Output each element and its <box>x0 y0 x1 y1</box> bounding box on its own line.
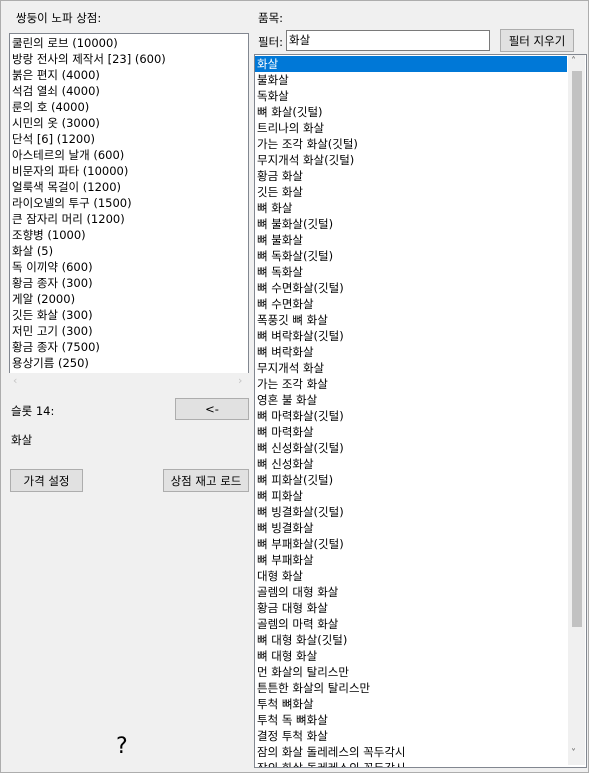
load-shop-stock-button[interactable]: 상점 재고 로드 <box>163 469 249 492</box>
list-item[interactable]: 뼈 부패화살(깃털) <box>255 536 567 552</box>
list-item[interactable]: 투척 뼈화살 <box>255 696 567 712</box>
list-item[interactable]: 석검 열쇠 (4000) <box>10 83 248 99</box>
back-button[interactable]: <- <box>175 398 249 420</box>
list-item[interactable]: 골렘의 마력 화살 <box>255 616 567 632</box>
set-price-button[interactable]: 가격 설정 <box>10 469 83 492</box>
scroll-right-icon[interactable]: › <box>238 374 242 387</box>
list-item[interactable]: 황금 종자 (300) <box>10 275 248 291</box>
list-item[interactable]: 얼룩색 목걸이 (1200) <box>10 179 248 195</box>
list-item[interactable]: 뼈 신성화살(깃털) <box>255 440 567 456</box>
list-item[interactable]: 큰 잠자리 머리 (1200) <box>10 211 248 227</box>
scroll-up-icon[interactable]: ˄ <box>571 56 576 67</box>
scrollbar-thumb[interactable] <box>572 71 582 627</box>
list-item[interactable]: 뼈 불화살(깃털) <box>255 216 567 232</box>
items-title: 품목: <box>258 11 284 25</box>
list-item[interactable]: 뼈 화살(깃털) <box>255 104 567 120</box>
list-item[interactable]: 무지개석 화살 <box>255 360 567 376</box>
filter-label: 필터: <box>258 35 284 49</box>
list-item[interactable]: 뼈 신성화살 <box>255 456 567 472</box>
list-item[interactable]: 뼈 피화살(깃털) <box>255 472 567 488</box>
list-item[interactable]: 결정 투척 화살 <box>255 728 567 744</box>
list-item[interactable]: 대형 화살 <box>255 568 567 584</box>
list-item[interactable]: 폭풍깃 뼈 화살 <box>255 312 567 328</box>
list-item[interactable]: 먼 화살의 탈리스만 <box>255 664 567 680</box>
help-icon: ? <box>116 734 128 759</box>
list-item[interactable]: 뼈 마력화살 <box>255 424 567 440</box>
clear-filter-button[interactable]: 필터 지우기 <box>500 29 574 52</box>
list-item[interactable]: 뼈 벼락화살(깃털) <box>255 328 567 344</box>
list-item[interactable]: 투척 독 뼈화살 <box>255 712 567 728</box>
list-item[interactable]: 뼈 피화살 <box>255 488 567 504</box>
list-item[interactable]: 뼈 대형 화살(깃털) <box>255 632 567 648</box>
list-item[interactable]: 화살 <box>255 56 567 72</box>
filter-input[interactable]: 화살 <box>286 30 490 51</box>
list-item[interactable]: 독 이끼약 (600) <box>10 259 248 275</box>
list-item[interactable]: 단석 [6] (1200) <box>10 131 248 147</box>
item-list[interactable]: 화살 불화살 독화살 뼈 화살(깃털) 트리나의 화살 가는 조각 화살(깃털) 무지개석 … <box>254 54 587 768</box>
list-item[interactable]: 황금 화살 <box>255 168 567 184</box>
list-item[interactable]: 뼈 빙결화살 <box>255 520 567 536</box>
item-list-vscrollbar[interactable]: ˄ ˅ <box>568 55 585 765</box>
list-item[interactable]: 황금 대형 화살 <box>255 600 567 616</box>
list-item[interactable]: 독화살 <box>255 88 567 104</box>
slot-label: 슬롯 14: <box>11 404 55 418</box>
list-item[interactable]: 뼈 화살 <box>255 200 567 216</box>
list-item[interactable]: 깃든 화살 <box>255 184 567 200</box>
list-item[interactable]: 비문자의 파타 (10000) <box>10 163 248 179</box>
list-item[interactable]: 게알 (2000) <box>10 291 248 307</box>
list-item[interactable]: 라이오넬의 투구 (1500) <box>10 195 248 211</box>
list-item[interactable]: 튼튼한 화살의 탈리스만 <box>255 680 567 696</box>
list-item[interactable]: 영혼 불 화살 <box>255 392 567 408</box>
list-item[interactable]: 뼈 빙결화살(깃털) <box>255 504 567 520</box>
slot-value: 화살 <box>11 433 33 447</box>
list-item[interactable]: 뼈 독화살(깃털) <box>255 248 567 264</box>
list-item[interactable]: 화살 (5) <box>10 243 248 259</box>
list-item[interactable]: 잠의 화살 돌레레스의 꼭두각시 <box>255 744 567 760</box>
list-item[interactable]: 잠의 화살 돌레레스의 꼭두각시 <box>255 760 567 767</box>
list-item[interactable]: 가는 조각 화살(깃털) <box>255 136 567 152</box>
list-item[interactable]: 뼈 불화살 <box>255 232 567 248</box>
list-item[interactable]: 뼈 독화살 <box>255 264 567 280</box>
list-item[interactable]: 붉은 편지 (4000) <box>10 67 248 83</box>
scroll-left-icon[interactable]: ‹ <box>13 374 17 387</box>
list-item[interactable]: 뼈 대형 화살 <box>255 648 567 664</box>
shop-list-hscrollbar[interactable]: ‹ › <box>9 373 249 390</box>
list-item[interactable]: 트리나의 화살 <box>255 120 567 136</box>
list-item[interactable]: 깃든 화살 (300) <box>10 307 248 323</box>
shop-stock-list[interactable]: 쿨린의 로브 (10000) 방랑 전사의 제작서 [23] (600) 붉은 편지… <box>9 33 249 374</box>
list-item[interactable]: 뼈 벼락화살 <box>255 344 567 360</box>
list-item[interactable]: 가는 조각 화살 <box>255 376 567 392</box>
list-item[interactable]: 조향병 (1000) <box>10 227 248 243</box>
shop-editor-window: 쌍둥이 노파 상점: 쿨린의 로브 (10000) 방랑 전사의 제작서 [23]… <box>0 0 589 773</box>
shop-title: 쌍둥이 노파 상점: <box>16 11 102 25</box>
list-item[interactable]: 방랑 전사의 제작서 [23] (600) <box>10 51 248 67</box>
list-item[interactable]: 황금 종자 (7500) <box>10 339 248 355</box>
scroll-down-icon[interactable]: ˅ <box>571 748 576 759</box>
list-item[interactable]: 시민의 옷 (3000) <box>10 115 248 131</box>
list-item[interactable]: 뼈 수면화살 <box>255 296 567 312</box>
list-item[interactable]: 저민 고기 (300) <box>10 323 248 339</box>
list-item[interactable]: 무지개석 화살(깃털) <box>255 152 567 168</box>
list-item[interactable]: 용상기름 (250) <box>10 355 248 371</box>
list-item[interactable]: 룬의 호 (4000) <box>10 99 248 115</box>
list-item[interactable]: 뼈 수면화살(깃털) <box>255 280 567 296</box>
list-item[interactable]: 골렘의 대형 화살 <box>255 584 567 600</box>
list-item[interactable]: 뼈 마력화살(깃털) <box>255 408 567 424</box>
list-item[interactable]: 아스테르의 날개 (600) <box>10 147 248 163</box>
list-item[interactable]: 쿨린의 로브 (10000) <box>10 35 248 51</box>
list-item[interactable]: 뼈 부패화살 <box>255 552 567 568</box>
list-item[interactable]: 불화살 <box>255 72 567 88</box>
